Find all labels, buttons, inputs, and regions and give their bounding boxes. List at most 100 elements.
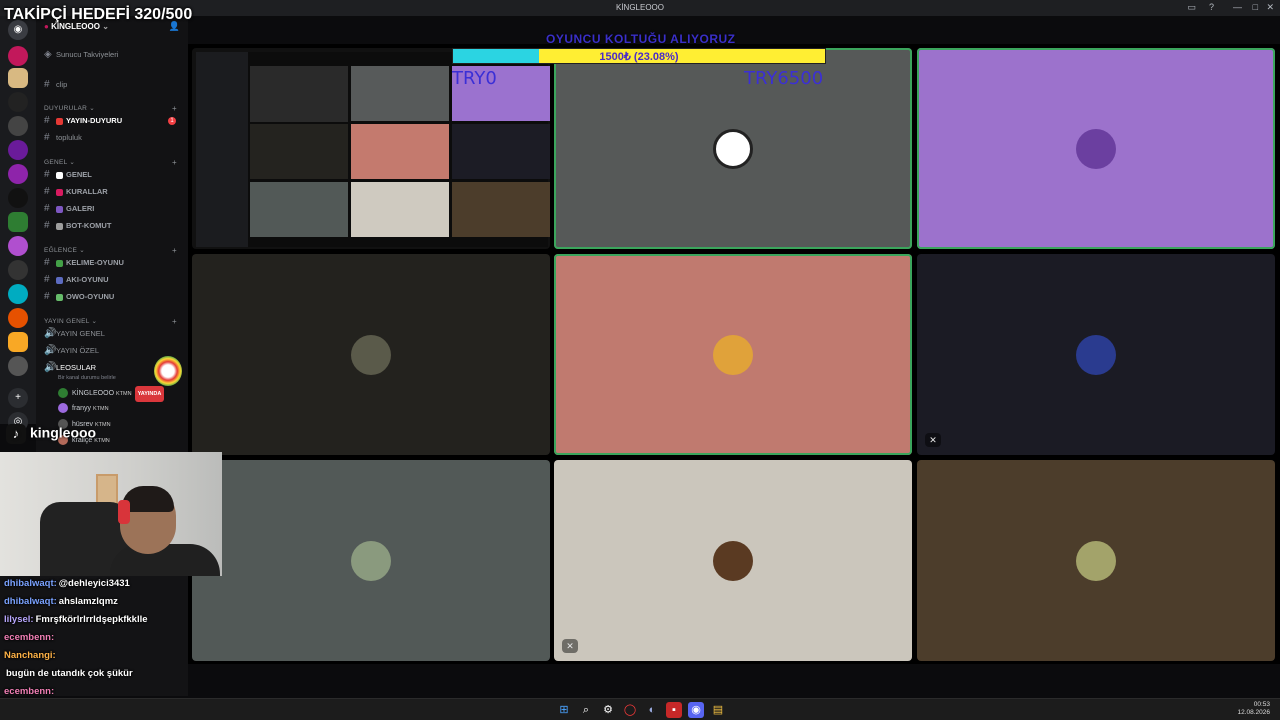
speech-bubble-icon	[56, 171, 63, 179]
add-channel-icon[interactable]: +	[172, 158, 177, 167]
hash-icon: #	[44, 220, 50, 231]
voice-channel-yayin-genel[interactable]: 🔊YAYIN GENEL	[44, 327, 184, 341]
megaphone-icon	[56, 117, 63, 125]
preview-tile	[452, 124, 550, 179]
server-icon[interactable]	[8, 236, 28, 256]
preview-tile	[250, 124, 348, 179]
minimize-button[interactable]: —	[1233, 2, 1242, 12]
inbox-icon[interactable]: ▭	[1187, 2, 1196, 13]
channel-bot-komut[interactable]: # BOT-KOMUT	[44, 219, 184, 233]
donation-target-label: TRY6500	[744, 68, 824, 89]
participant-tile[interactable]	[917, 460, 1275, 661]
tiktok-icon: ♪	[6, 424, 26, 444]
voice-user[interactable]: franyy KTMN	[58, 402, 109, 416]
server-icon[interactable]	[8, 116, 28, 136]
letters-icon	[56, 259, 63, 267]
chat-message: ecembenn:	[4, 632, 56, 643]
help-icon[interactable]: ?	[1209, 2, 1214, 12]
chat-message: Nanchangi:	[4, 650, 58, 661]
voice-user[interactable]: KİNGLEOOO KTMN YAYINDA	[58, 386, 165, 402]
channel-kurallar[interactable]: # KURALLAR	[44, 185, 184, 199]
preview-tile	[351, 182, 449, 237]
channel-owo-oyunu[interactable]: # OWO-OYUNU	[44, 290, 184, 304]
participant-tile[interactable]	[192, 254, 550, 455]
server-icon[interactable]	[8, 260, 28, 280]
voice-stage: ✕ ✕	[188, 44, 1280, 664]
hash-icon: #	[44, 115, 50, 126]
hash-icon: #	[44, 203, 50, 214]
server-icon[interactable]	[8, 308, 28, 328]
add-server-icon[interactable]: +	[8, 388, 28, 408]
server-icon[interactable]	[8, 68, 28, 88]
server-icon[interactable]	[8, 188, 28, 208]
chat-text: bugün de utandık çok şükür	[6, 668, 133, 679]
close-button[interactable]: ✕	[1266, 2, 1274, 13]
channel-topluluk[interactable]: # topluluk	[44, 131, 184, 145]
server-icon[interactable]	[8, 212, 28, 232]
chat-message: dhibalwaqt: ahslamzlqmz	[4, 596, 118, 607]
category-eglence[interactable]: EĞLENCE ⌄ +	[44, 246, 177, 255]
add-channel-icon[interactable]: +	[172, 104, 177, 113]
server-icon[interactable]	[8, 46, 28, 66]
server-icon[interactable]	[8, 332, 28, 352]
speaker-icon: 🔊	[44, 328, 57, 339]
steam-icon[interactable]: ◐	[644, 702, 660, 718]
participant-tile[interactable]	[554, 48, 912, 249]
channel-galeri[interactable]: # GALERI	[44, 202, 184, 216]
muted-mic-icon: ✕	[562, 639, 578, 653]
channel-kelime-oyunu[interactable]: # KELIME-OYUNU	[44, 256, 184, 270]
server-icon[interactable]	[8, 140, 28, 160]
add-channel-icon[interactable]: +	[172, 246, 177, 255]
hash-icon: #	[44, 257, 50, 268]
avatar	[1076, 540, 1116, 581]
server-icon[interactable]	[8, 356, 28, 376]
avatar	[713, 128, 753, 169]
maximize-button[interactable]: □	[1253, 2, 1258, 12]
hash-icon: #	[44, 274, 50, 285]
participant-tile[interactable]	[192, 460, 550, 661]
category-duyurular[interactable]: DUYURULAR ⌄ +	[44, 104, 177, 113]
file-explorer-icon[interactable]: ▤	[710, 702, 726, 718]
robot-icon	[56, 222, 63, 230]
channel-genel[interactable]: # GENEL	[44, 168, 184, 182]
discord-icon[interactable]: ◉	[688, 702, 704, 718]
channel-clip[interactable]: # clip	[44, 78, 184, 92]
avatar	[713, 540, 753, 581]
participant-tile[interactable]	[554, 254, 912, 455]
boost-icon: ◈	[44, 49, 52, 60]
start-menu-icon[interactable]: ⊞	[556, 702, 572, 718]
participant-tile[interactable]: ✕	[917, 254, 1275, 455]
category-genel[interactable]: GENEL ⌄ +	[44, 158, 177, 167]
server-icon[interactable]	[8, 284, 28, 304]
server-icon[interactable]	[8, 92, 28, 112]
participant-tile[interactable]: ✕	[554, 460, 912, 661]
chat-text: ahslamzlqmz	[58, 596, 118, 607]
avatar	[351, 334, 391, 375]
avatar	[1076, 128, 1116, 169]
channel-yayin-duyuru[interactable]: # YAYIN-DUYURU 1	[44, 114, 184, 128]
app-icon[interactable]: ▪	[666, 702, 682, 718]
speaker-icon: 🔊	[44, 345, 57, 356]
windows-taskbar: ⊞ ⌕ ⚙ ◯ ◐ ▪ ◉ ▤ 00:53 12.08.2026	[0, 698, 1280, 720]
avatar	[351, 540, 391, 581]
channel-status-hint[interactable]: Bir kanal durumu belirle	[58, 375, 116, 381]
chat-username: ecembenn:	[4, 686, 55, 697]
search-icon[interactable]: ⌕	[578, 702, 594, 718]
add-channel-icon[interactable]: +	[172, 317, 177, 326]
system-tray[interactable]: 00:53 12.08.2026	[1237, 701, 1270, 717]
server-icon[interactable]	[8, 164, 28, 184]
opera-icon[interactable]: ◯	[622, 702, 638, 718]
participant-tile[interactable]	[917, 48, 1275, 249]
image-icon	[56, 205, 63, 213]
game-icon	[56, 293, 63, 301]
category-yayin-genel[interactable]: YAYIN GENEL ⌄ +	[44, 317, 177, 326]
avatar	[1076, 334, 1116, 375]
webcam-overlay	[0, 452, 222, 576]
unread-badge: 1	[168, 117, 176, 125]
donation-goal-title: OYUNCU KOLTUĞU ALIYORUZ	[546, 32, 736, 46]
channel-aki-oyunu[interactable]: # AKI-OYUNU	[44, 273, 184, 287]
hash-icon: #	[44, 291, 50, 302]
settings-icon[interactable]: ⚙	[600, 702, 616, 718]
donation-amount: 1500₺ (23.08%)	[599, 51, 679, 63]
server-boosts[interactable]: ◈ Sunucu Takviyeleri	[44, 48, 184, 62]
